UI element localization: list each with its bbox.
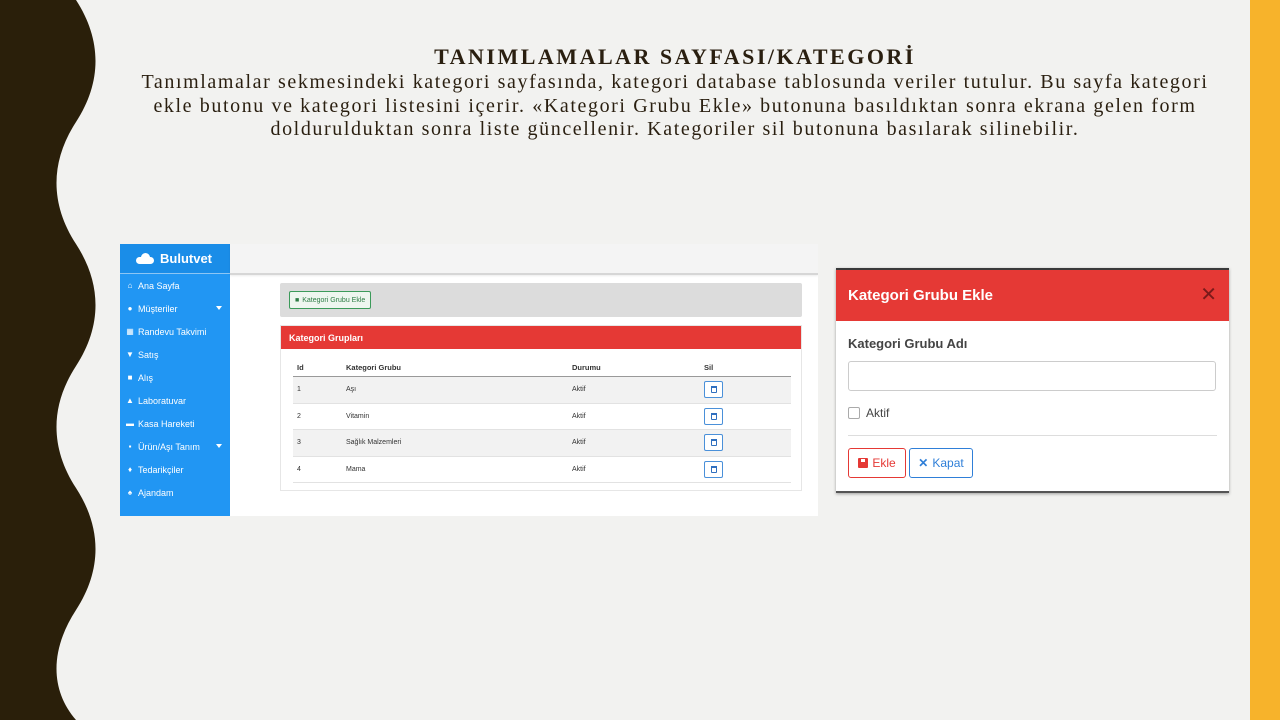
cell-id: 2: [297, 412, 301, 420]
close-icon[interactable]: ✕: [1200, 285, 1217, 305]
save-button-label: Ekle: [872, 456, 896, 470]
sidebar-item-randevu[interactable]: ▦ Randevu Takvimi: [120, 320, 230, 343]
card-title: Kategori Grupları: [281, 326, 801, 349]
cell-name: Sağlık Malzemleri: [346, 439, 402, 447]
table-row: 1 Aşı Aktif: [293, 377, 791, 404]
truck-icon: ■: [127, 373, 133, 382]
cloud-icon: [136, 253, 154, 264]
field-label: Kategori Grubu Adı: [848, 336, 968, 351]
sidebar-item-satis[interactable]: ▼ Satış: [120, 343, 230, 366]
calendar-icon: ▦: [126, 327, 134, 336]
sidebar-item-label: Randevu Takvimi: [138, 326, 207, 337]
sidebar-item-label: Ürün/Aşı Tanım: [138, 441, 200, 452]
cell-name: Aşı: [346, 386, 357, 394]
delete-button[interactable]: [704, 407, 723, 425]
top-bar: [230, 244, 818, 275]
sidebar-item-label: Laboratuvar: [138, 395, 187, 406]
sidebar: Bulutvet ⌂ Ana Sayfa ● Müşteriler ▦ Rand…: [120, 244, 230, 516]
col-id: Id: [297, 363, 304, 372]
cell-id: 3: [297, 439, 301, 447]
active-checkbox-row[interactable]: Aktif: [848, 406, 889, 420]
flask-icon: ▲: [126, 396, 134, 405]
caret-down-icon: [216, 444, 222, 448]
sidebar-item-label: Alış: [138, 372, 154, 383]
modal-header: Kategori Grubu Ekle ✕: [836, 268, 1229, 321]
delete-button[interactable]: [704, 460, 723, 478]
sidebar-item-ana-sayfa[interactable]: ⌂ Ana Sayfa: [120, 274, 230, 297]
sidebar-item-tedarikciler[interactable]: ♦ Tedarikçiler: [120, 458, 230, 481]
delete-button[interactable]: [704, 434, 723, 452]
sidebar-item-label: Müşteriler: [138, 303, 178, 314]
cell-status: Aktif: [572, 386, 586, 394]
active-checkbox[interactable]: [848, 407, 860, 419]
modal-title: Kategori Grubu Ekle: [848, 287, 994, 304]
brand-name: Bulutvet: [160, 251, 212, 266]
checkbox-label: Aktif: [866, 406, 890, 420]
table-row: 4 Mama Aktif: [293, 457, 791, 483]
accent-bar: [1250, 0, 1280, 720]
col-status: Durumu: [572, 363, 601, 372]
trash-icon: [710, 465, 717, 473]
col-delete: Sil: [704, 363, 714, 372]
caret-down-icon: [216, 306, 222, 310]
sidebar-item-urun[interactable]: ▪ Ürün/Aşı Tanım: [120, 435, 230, 458]
wavy-border-decoration: [0, 0, 96, 720]
sidebar-item-label: Kasa Hareketi: [138, 418, 195, 429]
trash-icon: [710, 439, 717, 447]
supplier-icon: ♦: [127, 465, 133, 474]
slide-title: TANIMLAMALAR SAYFASI/KATEGORİ: [434, 44, 916, 69]
category-table: Id Kategori Grubu Durumu Sil 1 Aşı Aktif…: [293, 359, 791, 483]
sidebar-item-label: Ana Sayfa: [138, 280, 180, 291]
close-button[interactable]: ✕ Kapat: [909, 448, 973, 478]
save-icon: ■: [295, 296, 300, 304]
cell-id: 1: [297, 386, 301, 394]
category-groups-card: Kategori Grupları Id Kategori Grubu Duru…: [280, 325, 802, 491]
save-icon: [858, 458, 869, 468]
sidebar-item-ajandam[interactable]: ♠ Ajandam: [120, 481, 230, 504]
sidebar-item-kasa[interactable]: ▬ Kasa Hareketi: [120, 412, 230, 435]
delete-button[interactable]: [704, 381, 723, 399]
cell-status: Aktif: [572, 465, 586, 473]
app-screenshot: Bulutvet ⌂ Ana Sayfa ● Müşteriler ▦ Rand…: [120, 244, 818, 516]
add-category-group-button[interactable]: ■ Kategori Grubu Ekle: [289, 291, 372, 309]
money-icon: ▬: [126, 419, 134, 428]
add-category-modal: Kategori Grubu Ekle ✕ Kategori Grubu Adı…: [836, 268, 1229, 493]
slide-description: Tanımlamalar sekmesindeki kategori sayfa…: [141, 71, 1209, 140]
cell-status: Aktif: [572, 439, 586, 447]
table-row: 3 Sağlık Malzemleri Aktif: [293, 430, 791, 457]
table-row: 2 Vitamin Aktif: [293, 404, 791, 430]
users-icon: ●: [127, 304, 133, 313]
sidebar-item-laboratuvar[interactable]: ▲ Laboratuvar: [120, 389, 230, 412]
button-panel: ■ Kategori Grubu Ekle: [280, 283, 802, 317]
divider: [848, 435, 1217, 436]
table-header: Id Kategori Grubu Durumu Sil: [293, 359, 791, 377]
sitemap-icon: ▪: [128, 442, 132, 451]
trash-icon: [710, 386, 717, 394]
sidebar-item-label: Satış: [138, 349, 159, 360]
sidebar-item-label: Ajandam: [138, 487, 174, 498]
brand[interactable]: Bulutvet: [120, 244, 230, 274]
save-button[interactable]: Ekle: [848, 448, 906, 478]
sidebar-item-musteriler[interactable]: ● Müşteriler: [120, 297, 230, 320]
home-icon: ⌂: [127, 281, 133, 290]
add-button-label: Kategori Grubu Ekle: [302, 296, 366, 304]
sidebar-item-alis[interactable]: ■ Alış: [120, 366, 230, 389]
cell-id: 4: [297, 465, 301, 473]
sidebar-item-label: Tedarikçiler: [138, 464, 184, 475]
category-name-input[interactable]: [848, 361, 1216, 391]
bell-icon: ♠: [127, 488, 133, 497]
close-button-label: Kapat: [932, 456, 964, 470]
cell-status: Aktif: [572, 412, 586, 420]
trash-icon: [710, 412, 717, 420]
cart-icon: ▼: [126, 350, 134, 359]
cell-name: Mama: [346, 465, 366, 473]
x-icon: ✕: [918, 456, 929, 470]
col-name: Kategori Grubu: [346, 363, 402, 372]
cell-name: Vitamin: [346, 412, 370, 420]
